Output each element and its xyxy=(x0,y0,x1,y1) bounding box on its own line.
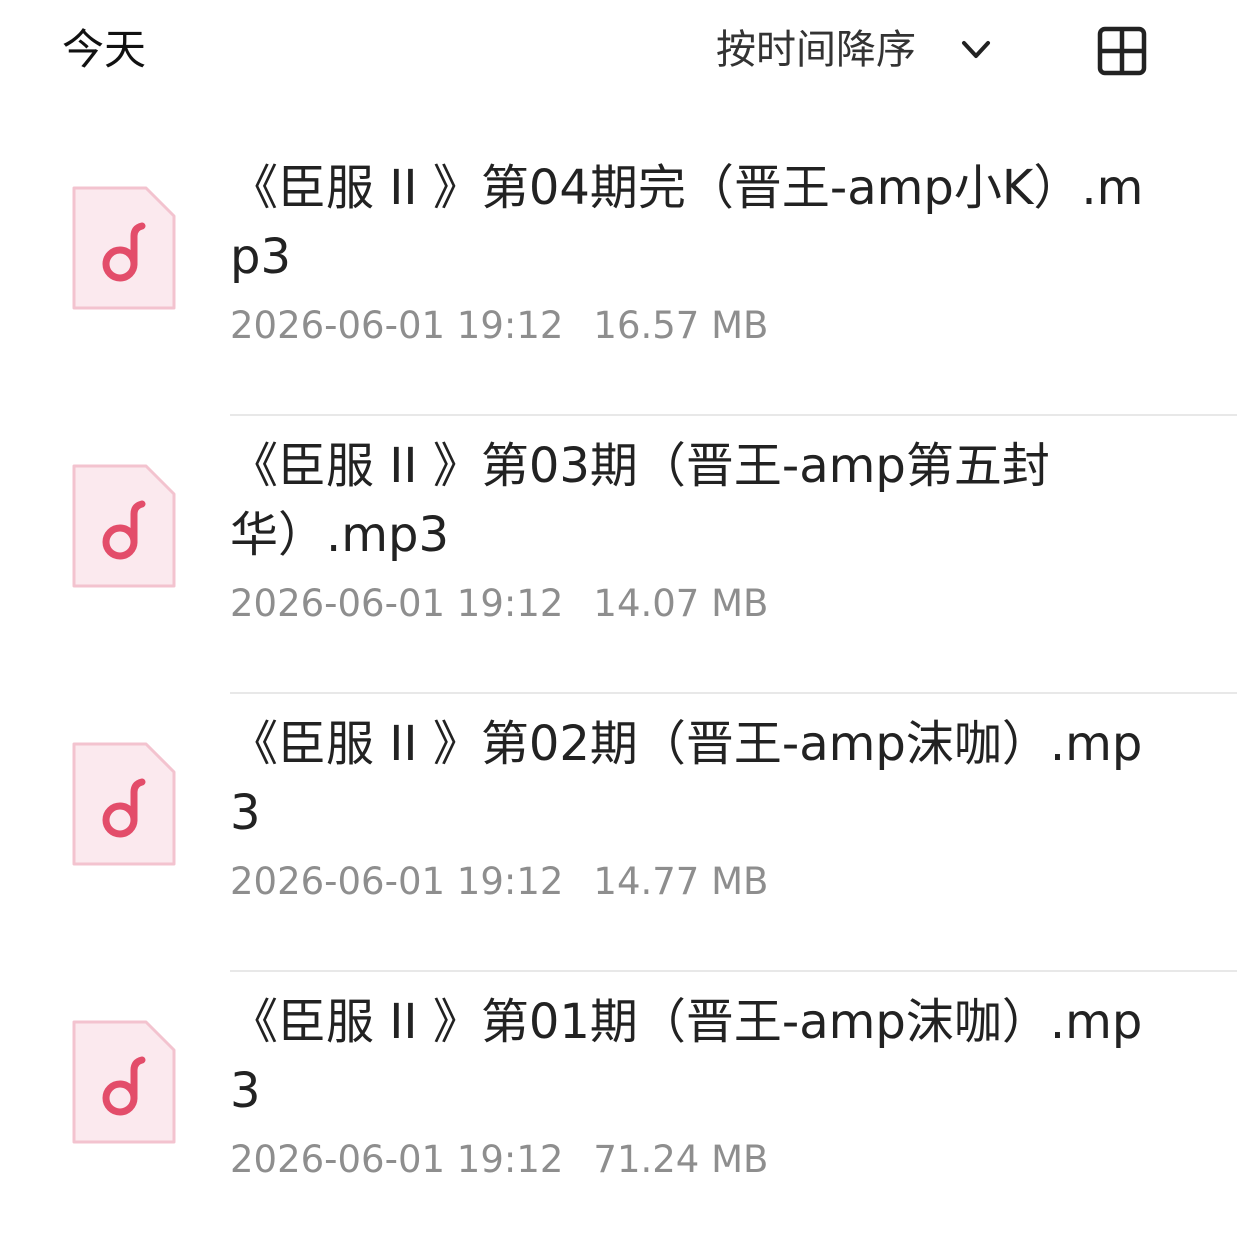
file-date: 2026-06-01 19:12 xyxy=(230,1138,564,1181)
file-size: 14.77 MB xyxy=(593,860,769,903)
music-file-icon xyxy=(70,1018,178,1146)
sort-dropdown[interactable]: 按时间降序 xyxy=(716,22,994,78)
music-file-icon xyxy=(70,740,178,868)
file-name: 《臣服 II 》第02期（晋王-amp沫咖）.mp3 xyxy=(230,716,1143,841)
file-meta: 2026-06-01 19:12 14.07 MB xyxy=(230,580,768,628)
file-meta: 2026-06-01 19:12 16.57 MB xyxy=(230,302,768,350)
file-item[interactable]: 《臣服 II 》第04期完（晋王-amp小K）.mp3 2026-06-01 1… xyxy=(0,138,1237,416)
file-name: 《臣服 II 》第04期完（晋王-amp小K）.mp3 xyxy=(230,160,1144,285)
file-name: 《臣服 II 》第03期（晋王-amp第五封华）.mp3 xyxy=(230,438,1050,563)
file-meta: 2026-06-01 19:12 14.77 MB xyxy=(230,858,768,906)
music-file-icon xyxy=(70,184,178,312)
file-size: 71.24 MB xyxy=(593,1138,769,1181)
file-size: 14.07 MB xyxy=(593,582,769,625)
file-date: 2026-06-01 19:12 xyxy=(230,582,564,625)
file-date: 2026-06-01 19:12 xyxy=(230,304,564,347)
file-item[interactable]: 《臣服 II 》第03期（晋王-amp第五封华）.mp3 2026-06-01 … xyxy=(0,416,1237,694)
file-name: 《臣服 II 》第01期（晋王-amp沫咖）.mp3 xyxy=(230,994,1143,1119)
file-meta: 2026-06-01 19:12 71.24 MB xyxy=(230,1136,768,1184)
chevron-down-icon xyxy=(958,32,994,68)
file-list: 《臣服 II 》第04期完（晋王-amp小K）.mp3 2026-06-01 1… xyxy=(0,138,1237,1250)
file-item[interactable]: 《臣服 II 》第02期（晋王-amp沫咖）.mp3 2026-06-01 19… xyxy=(0,694,1237,972)
section-title: 今天 xyxy=(62,25,147,74)
file-date: 2026-06-01 19:12 xyxy=(230,860,564,903)
sort-label: 按时间降序 xyxy=(716,27,916,73)
music-file-icon xyxy=(70,462,178,590)
grid-view-icon[interactable] xyxy=(1096,25,1148,77)
file-size: 16.57 MB xyxy=(593,304,769,347)
top-toolbar: 今天 按时间降序 xyxy=(0,0,1237,100)
file-item[interactable]: 《臣服 II 》第01期（晋王-amp沫咖）.mp3 2026-06-01 19… xyxy=(0,972,1237,1250)
